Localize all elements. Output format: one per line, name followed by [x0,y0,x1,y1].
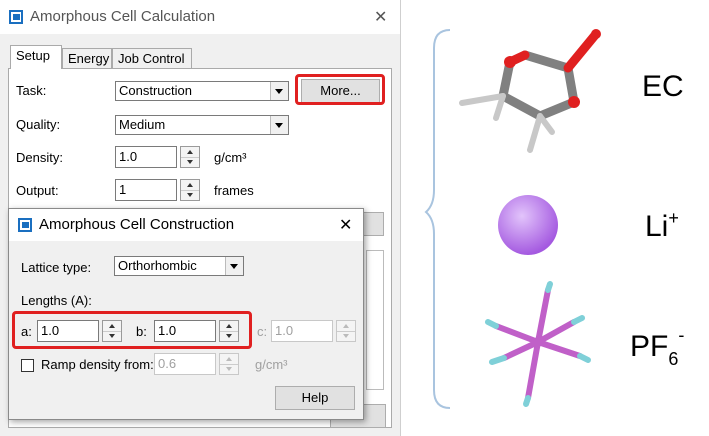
c-length-input[interactable]: 1.0 [271,320,333,342]
lengths-label: Lengths (A): [21,293,92,308]
hidden-button[interactable] [362,212,384,236]
step-down-icon[interactable] [337,331,355,341]
ramp-density-checkbox[interactable] [21,359,34,372]
app-icon [18,218,32,232]
output-unit: frames [214,183,254,198]
tab-job-control[interactable]: Job Control [112,48,192,68]
li-label: Li+ [645,208,679,243]
tab-energy[interactable]: Energy [62,48,112,68]
density-input[interactable]: 1.0 [115,146,177,168]
chevron-down-icon[interactable] [270,116,288,134]
ec-molecule [459,29,601,153]
child-title: Amorphous Cell Construction [39,216,235,233]
main-title: Amorphous Cell Calculation [30,8,216,25]
output-stepper[interactable] [180,179,200,201]
molecules-figure: EC Li+ PF6- [424,29,684,409]
tab-setup[interactable]: Setup [10,45,62,69]
quality-select[interactable]: Medium [115,115,289,135]
lithium-ion-sphere [498,195,558,255]
density-unit: g/cm³ [214,150,247,165]
lattice-type-label: Lattice type: [21,260,92,275]
more-highlight-box [295,74,385,105]
c-label: c: [257,324,268,339]
curly-bracket [424,29,451,409]
density-stepper[interactable] [180,146,200,168]
quality-label: Quality: [16,117,61,132]
output-input[interactable]: 1 [115,179,177,201]
chevron-down-icon[interactable] [270,82,288,100]
ramp-density-label: Ramp density from: [41,357,154,372]
lattice-type-select[interactable]: Orthorhombic [114,256,244,276]
c-length-stepper[interactable] [336,320,356,342]
ec-label: EC [642,70,684,103]
app-icon [9,10,23,24]
pf6-molecule [485,281,591,407]
close-icon[interactable]: ✕ [339,215,352,235]
density-label: Density: [16,150,63,165]
task-label: Task: [16,83,47,98]
step-down-icon[interactable] [181,190,199,200]
help-button[interactable]: Help [275,386,355,410]
quality-value: Medium [119,117,166,132]
ramp-density-stepper[interactable] [219,353,239,375]
step-down-icon[interactable] [220,364,238,374]
output-label: Output: [16,183,59,198]
lattice-type-value: Orthorhombic [118,258,197,273]
task-select[interactable]: Construction [115,81,289,101]
pf6-label: PF6- [630,325,684,369]
close-icon[interactable]: ✕ [374,7,387,27]
step-down-icon[interactable] [181,157,199,167]
child-title-bar: Amorphous Cell Construction ✕ [9,209,363,241]
lengths-highlight-box [12,311,252,349]
chevron-down-icon[interactable] [225,257,243,275]
task-value: Construction [119,83,192,98]
hidden-list [366,250,384,390]
amorphous-cell-construction-dialog: Amorphous Cell Construction ✕ Lattice ty… [8,208,364,420]
ramp-density-unit: g/cm³ [255,357,288,372]
ramp-density-input[interactable]: 0.6 [154,353,216,375]
main-title-bar: Amorphous Cell Calculation ✕ [0,0,400,34]
